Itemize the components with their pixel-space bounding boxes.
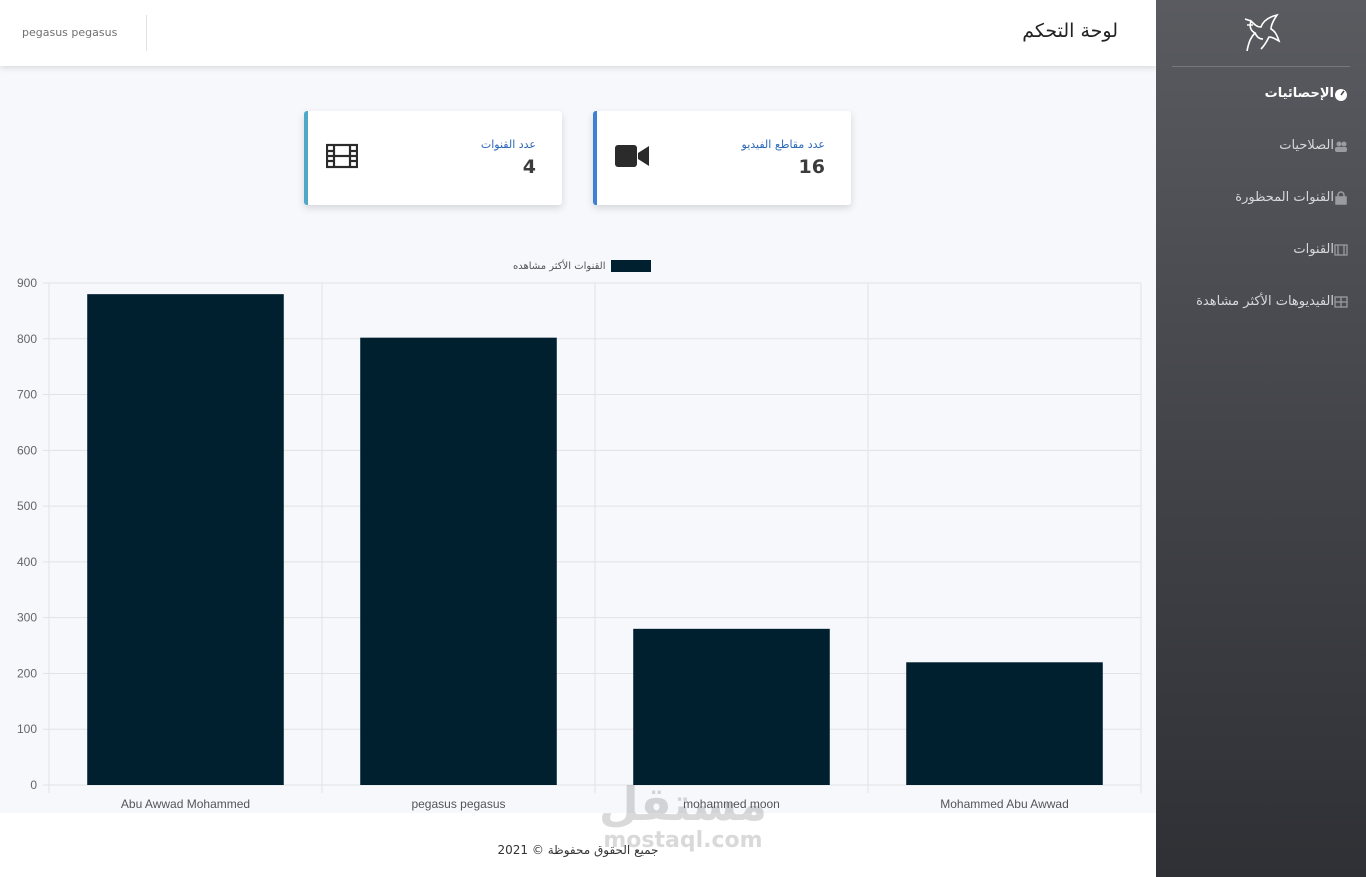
y-tick-label: 400: [17, 555, 37, 569]
card-label: عدد مقاطع الفيديو: [741, 138, 825, 151]
top-header: pegasus pegasus لوحة التحكم: [0, 0, 1156, 66]
y-tick-label: 100: [17, 722, 37, 736]
y-axis-ticks: 0 100 200 300 400 500 600 700 800 900: [17, 276, 37, 792]
page-title: لوحة التحكم: [1022, 20, 1118, 42]
table-icon: [1334, 295, 1348, 309]
chart-bar: [633, 628, 830, 785]
sidebar: الإحصائيات الصلاحيات القنوات المحظورة ال…: [1156, 0, 1366, 877]
copyright-text: جميع الحقوق محفوظة © 2021: [497, 843, 659, 857]
sidebar-item-channels[interactable]: القنوات: [1293, 242, 1348, 257]
users-icon: [1334, 139, 1348, 153]
sidebar-item-permissions[interactable]: الصلاحيات: [1279, 138, 1348, 153]
user-name[interactable]: pegasus pegasus: [22, 26, 117, 39]
chart-bar: [87, 294, 284, 785]
card-value: 16: [798, 156, 825, 178]
video-count-card: عدد مقاطع الفيديو 16: [593, 111, 851, 205]
chart-bar: [906, 662, 1103, 785]
channel-count-card: عدد القنوات 4: [304, 111, 562, 205]
y-tick-label: 0: [30, 778, 37, 792]
dashboard-icon: [1334, 87, 1348, 101]
sidebar-item-label: القنوات: [1293, 242, 1334, 257]
x-tick-label: Abu Awwad Mohammed: [121, 797, 250, 811]
sidebar-item-label: الفيديوهات الأكثر مشاهدة: [1196, 294, 1334, 309]
bar-chart: 0 100 200 300 400 500 600 700 800 900 Abu Awwad M…: [17, 276, 1142, 811]
watermark-arabic: مستقل: [598, 777, 768, 831]
sidebar-item-banned-channels[interactable]: القنوات المحظورة: [1235, 190, 1348, 205]
video-camera-icon: [615, 143, 649, 173]
x-tick-label: pegasus pegasus: [411, 797, 505, 811]
film-icon: [1334, 243, 1348, 257]
y-tick-label: 800: [17, 332, 37, 346]
sidebar-item-label: الصلاحيات: [1279, 138, 1334, 153]
y-tick-label: 600: [17, 443, 37, 457]
logo-divider: [1172, 66, 1350, 67]
y-tick-label: 300: [17, 611, 37, 625]
sidebar-item-statistics[interactable]: الإحصائيات: [1265, 86, 1348, 101]
footer: جميع الحقوق محفوظة © 2021: [0, 813, 1156, 877]
watermark-latin: mostaql.com: [603, 828, 763, 853]
chart-bar: [360, 337, 557, 785]
header-divider: [146, 15, 147, 51]
y-tick-label: 200: [17, 666, 37, 680]
pegasus-logo-icon[interactable]: [1156, 10, 1366, 56]
mostaql-watermark: مستقل mostaql.com: [598, 780, 768, 860]
sidebar-item-label: الإحصائيات: [1264, 86, 1334, 101]
card-label: عدد القنوات: [480, 138, 536, 151]
y-tick-label: 500: [17, 499, 37, 513]
sidebar-item-most-viewed-videos[interactable]: الفيديوهات الأكثر مشاهدة: [1196, 294, 1348, 309]
y-tick-label: 900: [17, 276, 37, 290]
x-axis-ticks: Abu Awwad Mohammed pegasus pegasus mohamme…: [121, 797, 1069, 811]
y-tick-label: 700: [17, 388, 37, 402]
sidebar-item-label: القنوات المحظورة: [1235, 190, 1334, 205]
x-tick-label: Mohammed Abu Awwad: [940, 797, 1069, 811]
lock-icon: [1334, 190, 1348, 205]
card-value: 4: [522, 156, 536, 178]
film-icon: [325, 143, 359, 173]
